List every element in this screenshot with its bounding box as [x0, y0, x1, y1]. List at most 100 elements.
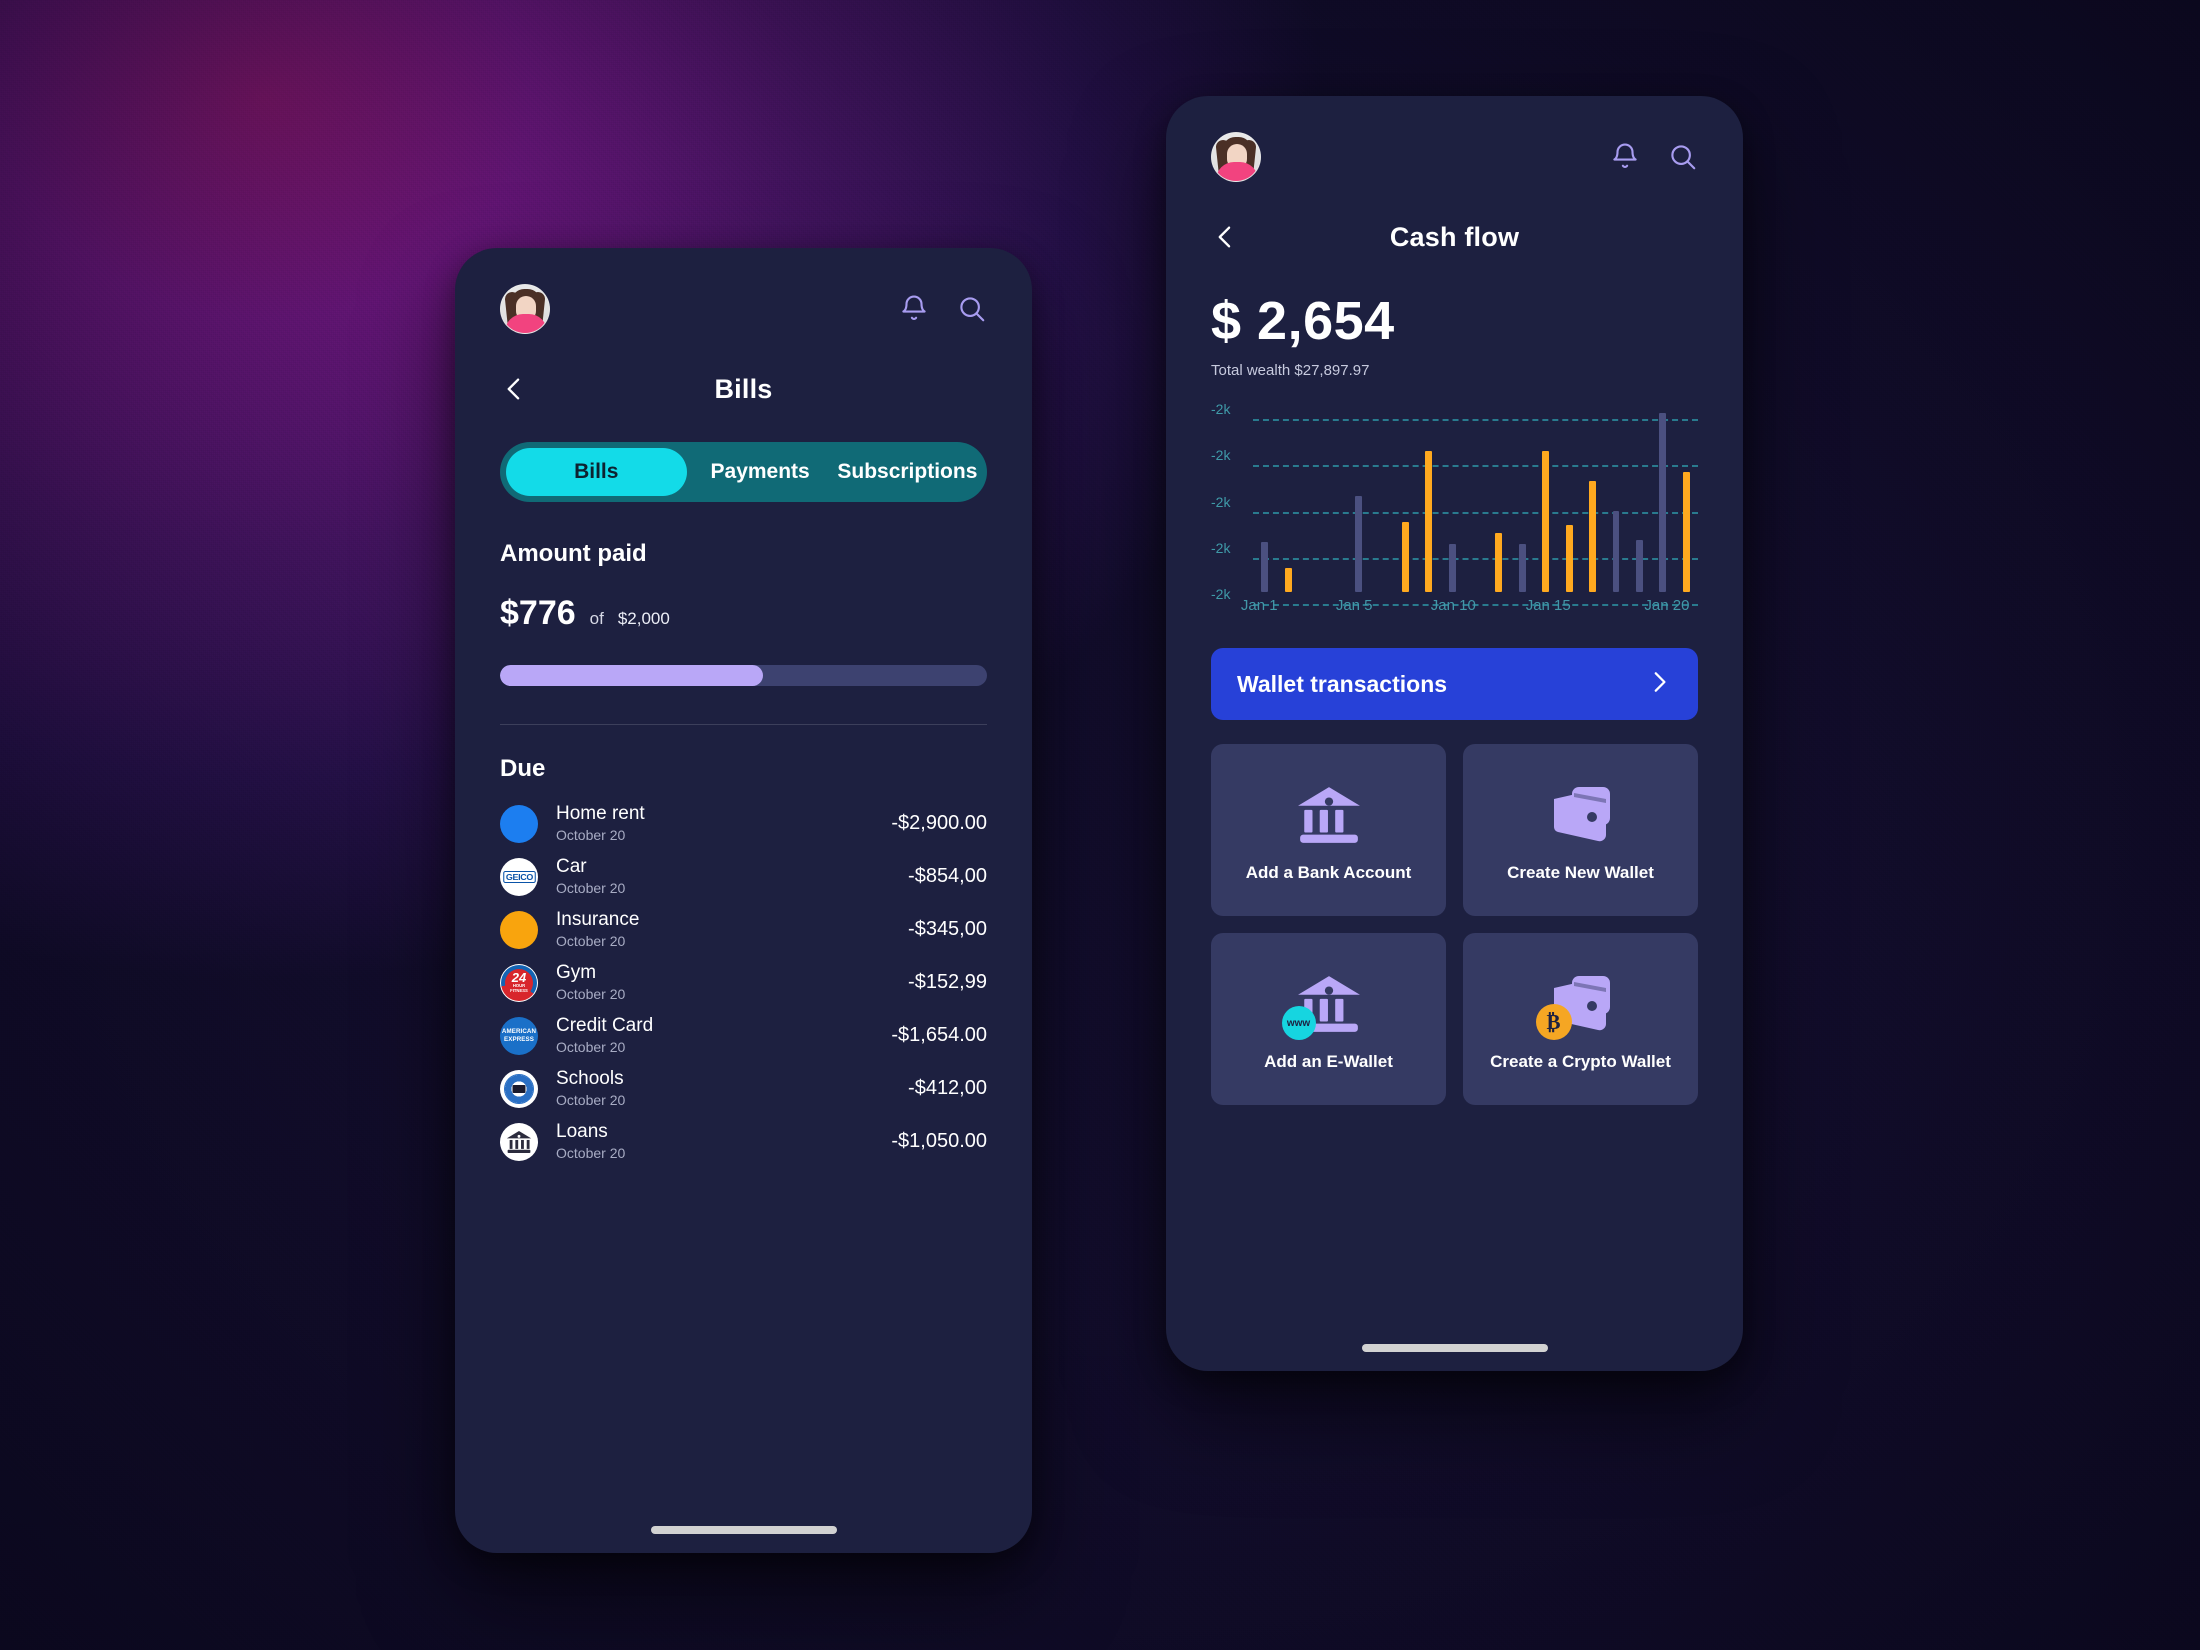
page-title: Bills	[714, 373, 773, 404]
total-wealth-label: Total wealth $27,897.97	[1211, 362, 1370, 379]
bill-name: Schools	[556, 1067, 624, 1089]
bill-row[interactable]: GEICO Car October 20 -$854,00	[500, 850, 987, 903]
cashflow-topbar	[1211, 96, 1698, 182]
tab-bills[interactable]: Bills	[506, 448, 687, 496]
chart-bar	[1589, 481, 1597, 592]
card-add-bank-account[interactable]: Add a Bank Account	[1211, 744, 1446, 916]
phone-bills-screen: Bills Bills Payments Subscriptions Amoun…	[455, 248, 1032, 1553]
avatar[interactable]	[500, 284, 550, 334]
due-bill-list: Home rent October 20 -$2,900.00 GEICO Car Oct…	[500, 797, 987, 1168]
search-icon[interactable]	[1668, 142, 1698, 172]
bill-name: Credit Card	[556, 1014, 654, 1036]
bills-navbar: Bills	[500, 360, 987, 418]
home-indicator	[1361, 1344, 1548, 1352]
chart-y-tick: -2k	[1211, 586, 1231, 602]
amount-paid-values: $776 of $2,000	[500, 594, 987, 633]
chart-x-tick: Jan 1	[1240, 597, 1278, 614]
bill-amount: -$2,900.00	[891, 812, 987, 834]
chart-x-tick: Jan 10	[1430, 597, 1476, 614]
chart-x-tick: Jan 20	[1644, 597, 1690, 614]
amount-paid-total: $2,000	[617, 609, 670, 628]
tab-payments[interactable]: Payments	[687, 448, 834, 496]
bell-icon[interactable]	[899, 294, 929, 324]
chart-bar	[1495, 532, 1503, 592]
www-badge-icon: www	[1281, 1006, 1316, 1040]
chart-x-tick: Jan 5	[1335, 597, 1373, 614]
chart-bar	[1659, 412, 1667, 592]
bill-row[interactable]: 24 HOUR FITNESS Gym October 20 -$152,99	[500, 956, 987, 1009]
bank-icon: www	[1281, 966, 1362, 1042]
back-chevron-icon[interactable]	[1211, 223, 1239, 251]
bill-amount: -$1,654.00	[891, 1024, 987, 1046]
chart-bar	[1612, 510, 1620, 592]
chart-bars	[1253, 407, 1698, 592]
chart-plot-area	[1253, 407, 1698, 606]
bank-icon	[500, 1122, 538, 1161]
bell-icon[interactable]	[1610, 142, 1640, 172]
bill-date: October 20	[556, 933, 626, 950]
wallet-transactions-label: Wallet transactions	[1237, 670, 1448, 697]
chart-bar	[1542, 451, 1550, 592]
bill-name: Insurance	[556, 908, 640, 930]
chart-bar	[1682, 471, 1690, 592]
chart-y-tick: -2k	[1211, 539, 1231, 556]
bill-date: October 20	[556, 1092, 626, 1109]
bill-meta: Gym October 20	[556, 962, 908, 1004]
bill-meta: Loans October 20	[556, 1121, 891, 1163]
card-create-new-wallet[interactable]: Create New Wallet	[1463, 744, 1698, 916]
due-heading: Due	[500, 755, 546, 782]
search-icon[interactable]	[957, 294, 987, 324]
card-create-crypto-wallet[interactable]: ₿ Create a Crypto Wallet	[1463, 933, 1698, 1105]
wallet-icon: ₿	[1535, 966, 1612, 1042]
bill-name: Car	[556, 855, 587, 877]
bill-row[interactable]: Loans October 20 -$1,050.00	[500, 1115, 987, 1168]
chart-y-axis-labels: -2k -2k -2k -2k -2k	[1211, 401, 1255, 602]
bill-amount: -$854,00	[908, 865, 987, 887]
backdrop-vignette	[0, 0, 2200, 1650]
cashflow-navbar: Cash flow	[1211, 208, 1698, 266]
wallet-transactions-button[interactable]: Wallet transactions	[1211, 648, 1698, 720]
chart-bar	[1448, 543, 1456, 592]
chart-bar	[1518, 543, 1526, 592]
bill-date: October 20	[556, 827, 626, 844]
section-divider	[500, 724, 987, 725]
amount-paid-progress-fill	[500, 665, 763, 686]
tab-subscriptions[interactable]: Subscriptions	[834, 448, 981, 496]
chart-bar	[1354, 495, 1362, 592]
bill-meta: Home rent October 20	[556, 803, 891, 845]
amount-paid-progress-bar	[500, 665, 987, 686]
amex-logo-icon: AMERICAN EXPRESS	[500, 1016, 538, 1055]
avatar[interactable]	[1211, 132, 1261, 182]
bitcoin-badge-icon: ₿	[1535, 1004, 1572, 1040]
bill-name: Gym	[556, 961, 597, 983]
bill-row[interactable]: Home rent October 20 -$2,900.00	[500, 797, 987, 850]
bill-date: October 20	[556, 1039, 626, 1056]
card-label: Add a Bank Account	[1245, 863, 1412, 882]
bill-row[interactable]: Schools October 20 -$412,00	[500, 1062, 987, 1115]
bill-row[interactable]: Insurance October 20 -$345,00	[500, 903, 987, 956]
amount-paid-heading: Amount paid	[500, 540, 647, 567]
bill-date: October 20	[556, 1145, 626, 1162]
bill-row[interactable]: AMERICAN EXPRESS Credit Card October 20 -$1,…	[500, 1009, 987, 1062]
chart-bar	[1565, 525, 1573, 592]
24hour-fitness-logo-icon: 24 HOUR FITNESS	[500, 963, 538, 1002]
amount-paid-of-word: of	[589, 609, 604, 628]
chart-bar	[1425, 451, 1433, 592]
bill-meta: Insurance October 20	[556, 909, 908, 951]
wallet-icon	[1550, 777, 1612, 853]
back-chevron-icon[interactable]	[500, 375, 528, 403]
card-add-e-wallet[interactable]: www Add an E-Wallet	[1211, 933, 1446, 1105]
chart-y-tick: -2k	[1211, 447, 1231, 464]
card-label: Add an E-Wallet	[1264, 1052, 1393, 1071]
bill-name: Home rent	[556, 802, 645, 824]
bank-icon	[1296, 777, 1362, 853]
chevron-right-icon	[1646, 669, 1672, 700]
geico-logo-icon: GEICO	[500, 857, 538, 896]
color-dot-icon	[500, 804, 538, 843]
bill-amount: -$345,00	[908, 918, 987, 940]
chart-bar	[1261, 542, 1269, 592]
wallet-action-cards: Add a Bank Account Create New Wallet www…	[1211, 744, 1698, 1105]
cashflow-balance: $ 2,654	[1211, 291, 1395, 351]
bill-amount: -$412,00	[908, 1077, 987, 1099]
color-dot-icon	[500, 910, 538, 949]
